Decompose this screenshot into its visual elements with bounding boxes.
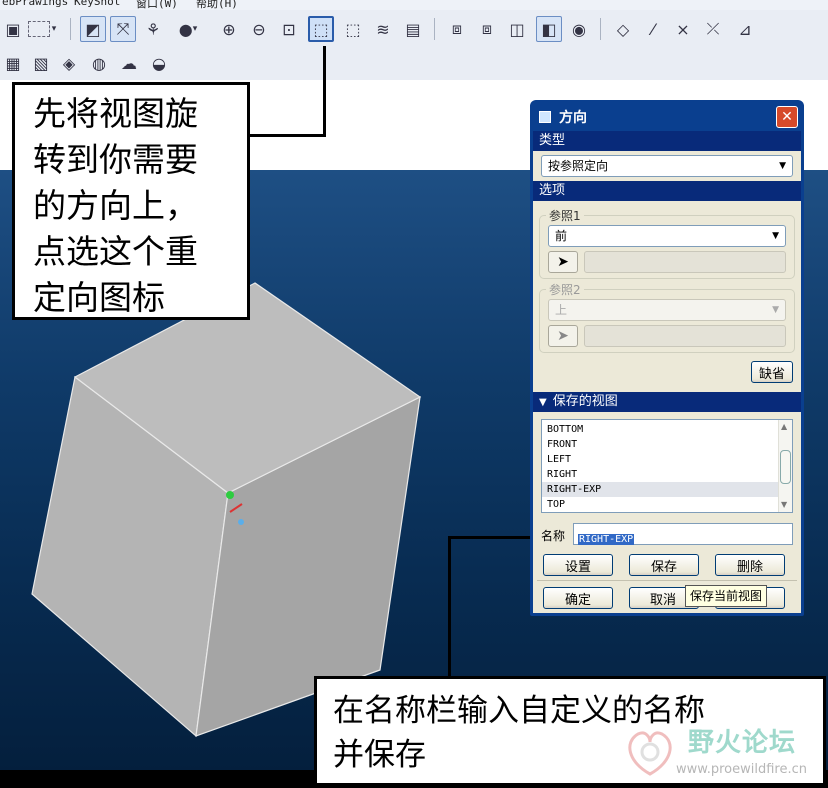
- leader-line-top-h: [250, 134, 326, 137]
- reference1-label: 参照1: [546, 207, 584, 224]
- reference1-value: 前: [555, 229, 568, 243]
- list-item-selected[interactable]: RIGHT-EXP: [542, 482, 778, 497]
- name-row: 名称 RIGHT-EXP: [541, 523, 793, 547]
- dialog-titlebar[interactable]: 方向: [533, 103, 801, 131]
- reference2-pick-button[interactable]: ➤: [548, 325, 578, 347]
- name-label: 名称: [541, 529, 566, 543]
- set-button[interactable]: 设置: [543, 554, 613, 576]
- list-item[interactable]: RIGHT: [542, 467, 778, 482]
- type-section-header: 类型: [533, 131, 801, 151]
- collapse-triangle-icon: ▼: [539, 397, 547, 408]
- delete-button[interactable]: 删除: [715, 554, 785, 576]
- type-select[interactable]: 按参照定向 ▼: [541, 155, 793, 177]
- saved-views-section-header[interactable]: ▼ 保存的视图: [533, 392, 801, 412]
- csys-x-marker: [226, 491, 234, 499]
- callout-line: 定向图标: [33, 278, 165, 317]
- reference2-value: 上: [555, 303, 568, 317]
- reference2-label: 参照2: [546, 281, 584, 298]
- callout-reorient-instruction: 先将视图旋 转到你需要 的方向上， 点选这个重 定向图标: [12, 82, 250, 320]
- watermark-url: www.proewildfire.cn: [676, 762, 807, 777]
- dialog-body: 类型 按参照定向 ▼ 选项 参照1 前 ▼ ➤ 参照2 上 ▼ ➤ 缺省 ▼ 保…: [533, 131, 801, 613]
- saved-views-section-label: 保存的视图: [552, 394, 618, 409]
- watermark-logo-icon: [628, 731, 672, 776]
- divider: [537, 580, 797, 581]
- reference1-pick-field[interactable]: [584, 251, 786, 273]
- list-item[interactable]: BOTTOM: [542, 422, 778, 437]
- scroll-thumb[interactable]: [780, 450, 791, 484]
- cursor-arrow-icon: ➤: [557, 328, 569, 344]
- chevron-down-icon: ▼: [772, 305, 779, 315]
- list-scrollbar[interactable]: ▲ ▼: [778, 420, 792, 512]
- callout-line: 先将视图旋: [33, 94, 198, 133]
- reference1-select[interactable]: 前 ▼: [548, 225, 786, 247]
- scroll-down-icon[interactable]: ▼: [781, 500, 787, 509]
- list-item[interactable]: LEFT: [542, 452, 778, 467]
- reference1-pick-button[interactable]: ➤: [548, 251, 578, 273]
- save-current-view-tooltip: 保存当前视图: [685, 585, 768, 607]
- ok-button[interactable]: 确定: [543, 587, 613, 609]
- callout-line: 转到你需要: [33, 140, 198, 179]
- reference2-pick-field[interactable]: [584, 325, 786, 347]
- reference2-select[interactable]: 上 ▼: [548, 299, 786, 321]
- save-button[interactable]: 保存: [629, 554, 699, 576]
- csys-z-marker: [238, 519, 244, 525]
- name-input-value: RIGHT-EXP: [578, 534, 635, 545]
- scroll-up-icon[interactable]: ▲: [781, 422, 787, 431]
- reference1-group: 参照1 前 ▼ ➤: [539, 207, 795, 279]
- dialog-title: 方向: [559, 110, 587, 126]
- default-button[interactable]: 缺省: [751, 361, 793, 383]
- cursor-arrow-icon: ➤: [557, 254, 569, 270]
- leader-line-bottom-v: [448, 536, 451, 678]
- options-section-header: 选项: [533, 181, 801, 201]
- callout-line: 的方向上，: [33, 186, 198, 225]
- list-item[interactable]: TOP: [542, 497, 778, 512]
- list-item[interactable]: FRONT: [542, 437, 778, 452]
- close-icon[interactable]: ✕: [776, 106, 798, 128]
- type-select-value: 按参照定向: [548, 159, 609, 173]
- saved-views-list[interactable]: BOTTOM FRONT LEFT RIGHT RIGHT-EXP TOP ▲ …: [541, 419, 793, 513]
- chevron-down-icon: ▼: [779, 161, 786, 171]
- window-icon: [539, 111, 551, 123]
- reference2-group: 参照2 上 ▼ ➤: [539, 281, 795, 353]
- name-input[interactable]: RIGHT-EXP: [573, 523, 793, 545]
- orientation-dialog: 方向 ✕ 类型 按参照定向 ▼ 选项 参照1 前 ▼ ➤ 参照2 上 ▼ ➤ 缺…: [530, 100, 804, 616]
- forum-watermark: 野火论坛 www.proewildfire.cn: [620, 722, 828, 784]
- chevron-down-icon: ▼: [772, 231, 779, 241]
- leader-line-top-v: [323, 46, 326, 137]
- callout-line: 点选这个重: [33, 232, 198, 271]
- watermark-text: 野火论坛: [688, 728, 797, 758]
